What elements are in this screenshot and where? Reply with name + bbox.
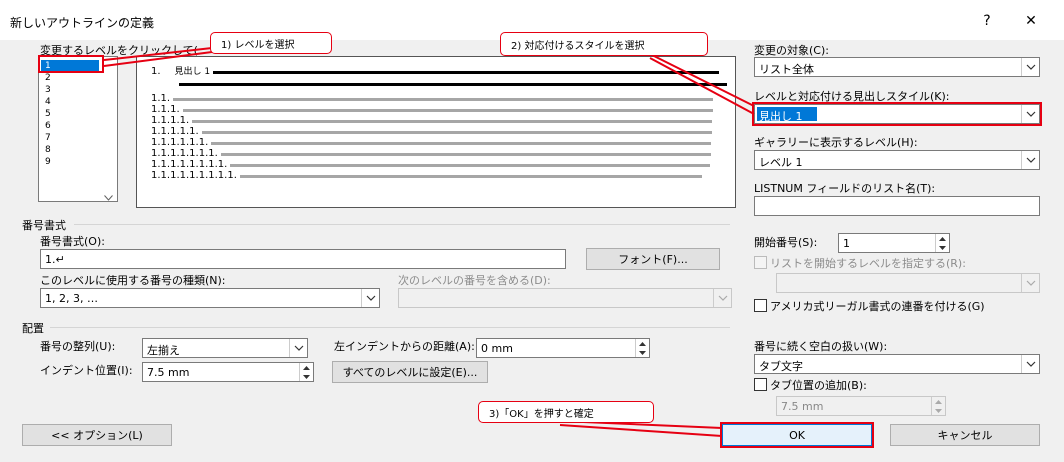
spin-down-icon[interactable] xyxy=(300,372,313,381)
number-style-combo[interactable]: 1, 2, 3, … xyxy=(40,288,380,308)
chevron-down-icon[interactable] xyxy=(1021,274,1039,292)
number-format-section: 番号書式 xyxy=(22,219,66,232)
indent-spinner[interactable]: 7.5 mm xyxy=(142,362,314,382)
restart-level-combo[interactable] xyxy=(776,273,1040,293)
callout-select-level: 1) レベルを選択 xyxy=(210,32,332,54)
close-icon[interactable]: ✕ xyxy=(1016,10,1046,32)
spin-up-icon[interactable] xyxy=(936,234,949,243)
gallery-level-combo[interactable]: レベル 1 xyxy=(754,150,1040,170)
spin-up-icon[interactable] xyxy=(300,363,313,372)
restart-list-label: リストを開始するレベルを指定する(R): xyxy=(770,257,966,270)
spin-up-icon[interactable] xyxy=(932,397,945,406)
level-listbox[interactable]: 1 2 3 4 5 6 7 8 9 xyxy=(38,56,118,202)
format-label: 番号書式(O): xyxy=(40,235,105,248)
restart-list-checkbox[interactable] xyxy=(754,256,767,269)
section-divider xyxy=(74,224,730,225)
listnum-label: LISTNUM フィールドのリスト名(T): xyxy=(754,182,936,195)
chevron-down-icon[interactable] xyxy=(104,191,113,201)
callout-select-style: 2) 対応付けるスタイルを選択 xyxy=(500,32,708,56)
add-tab-stop-checkbox[interactable] xyxy=(754,378,767,391)
set-all-levels-button[interactable]: すべてのレベルに設定(E)... xyxy=(332,361,488,383)
callout-ok: 3)「OK」を押すと確定 xyxy=(478,401,654,423)
preview-row-3: 1.1.1. xyxy=(151,105,713,115)
legal-style-label: アメリカ式リーガル書式の連番を付ける(G) xyxy=(770,300,985,313)
outline-preview: 1. 見出し 1 1.1. 1.1.1. 1.1.1.1. 1.1.1.1.1.… xyxy=(136,56,736,208)
spin-up-icon[interactable] xyxy=(636,339,649,348)
level-item-8[interactable]: 8 xyxy=(45,145,51,155)
ok-highlight-box xyxy=(720,422,874,448)
cancel-button[interactable]: キャンセル xyxy=(890,424,1040,446)
gallery-level-label: ギャラリーに表示するレベル(H): xyxy=(754,136,918,149)
tab-stop-spinner[interactable]: 7.5 mm xyxy=(776,396,946,416)
options-button[interactable]: << オプション(L) xyxy=(22,424,172,446)
chevron-down-icon[interactable] xyxy=(1021,58,1039,76)
legal-style-checkbox[interactable] xyxy=(754,299,767,312)
start-at-label: 開始番号(S): xyxy=(754,236,818,249)
level-item-6[interactable]: 6 xyxy=(45,121,51,131)
position-section: 配置 xyxy=(22,322,44,335)
include-level-combo[interactable] xyxy=(398,288,732,308)
alignment-label: 番号の整列(U): xyxy=(40,340,116,353)
level-item-9[interactable]: 9 xyxy=(45,157,51,167)
follow-number-label: 番号に続く空白の扱い(W): xyxy=(754,340,888,353)
chevron-down-icon[interactable] xyxy=(1021,151,1039,169)
spin-down-icon[interactable] xyxy=(932,406,945,415)
preview-row-5: 1.1.1.1.1. xyxy=(151,127,712,137)
chevron-down-icon[interactable] xyxy=(289,339,307,357)
preview-heading-line xyxy=(179,83,727,86)
level-item-2[interactable]: 2 xyxy=(45,73,51,83)
chevron-down-icon[interactable] xyxy=(713,289,731,307)
preview-row-1: 1. 見出し 1 xyxy=(151,67,720,77)
font-button[interactable]: フォント(F)... xyxy=(586,248,720,270)
follow-number-combo[interactable]: タブ文字 xyxy=(754,354,1040,374)
indent-label: インデント位置(I): xyxy=(40,364,133,377)
spin-down-icon[interactable] xyxy=(936,243,949,252)
section-divider xyxy=(50,327,730,328)
apply-to-combo[interactable]: リスト全体 xyxy=(754,57,1040,77)
level-item-7[interactable]: 7 xyxy=(45,133,51,143)
preview-row-9: 1.1.1.1.1.1.1.1.1. xyxy=(151,171,702,181)
level-item-4[interactable]: 4 xyxy=(45,97,51,107)
aligned-at-spinner[interactable]: 0 mm xyxy=(476,338,650,358)
level-item-5[interactable]: 5 xyxy=(45,109,51,119)
level-item-3[interactable]: 3 xyxy=(45,85,51,95)
preview-row-6: 1.1.1.1.1.1. xyxy=(151,138,712,148)
window-title: 新しいアウトラインの定義 xyxy=(10,16,155,30)
level-highlight-box xyxy=(38,55,104,73)
listnum-input[interactable] xyxy=(754,196,1040,216)
number-format-input[interactable]: 1.↵ xyxy=(40,249,566,269)
chevron-down-icon[interactable] xyxy=(1021,355,1039,373)
number-style-label: このレベルに使用する番号の種類(N): xyxy=(40,274,226,287)
preview-row-8: 1.1.1.1.1.1.1.1. xyxy=(151,160,711,170)
apply-to-label: 変更の対象(C): xyxy=(754,44,829,57)
help-button[interactable]: ? xyxy=(972,10,1002,32)
preview-row-4: 1.1.1.1. xyxy=(151,116,713,126)
add-tab-stop-label: タブ位置の追加(B): xyxy=(770,379,867,392)
alignment-combo[interactable]: 左揃え xyxy=(142,338,308,358)
preview-row-7: 1.1.1.1.1.1.1. xyxy=(151,149,711,159)
chevron-down-icon[interactable] xyxy=(361,289,379,307)
aligned-at-label: 左インデントからの距離(A): xyxy=(334,340,475,353)
start-at-spinner[interactable]: 1 xyxy=(838,233,950,253)
include-level-label: 次のレベルの番号を含める(D): xyxy=(398,274,551,287)
spin-down-icon[interactable] xyxy=(636,348,649,357)
preview-row-2: 1.1. xyxy=(151,94,714,104)
style-highlight-box xyxy=(752,102,1042,126)
